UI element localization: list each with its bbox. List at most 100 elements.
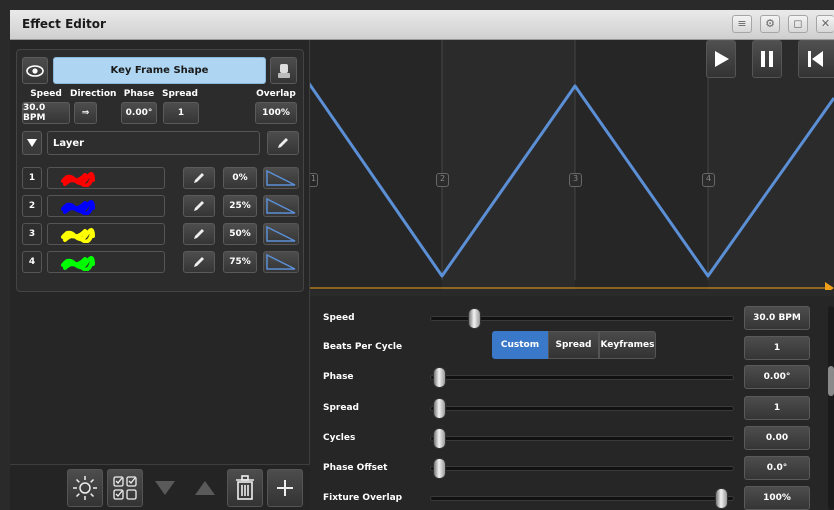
row-number[interactable]: 4	[22, 251, 42, 273]
eye-icon[interactable]	[22, 57, 48, 84]
move-up-button[interactable]	[187, 469, 223, 507]
phase-offset-slider-thumb[interactable]	[433, 458, 446, 479]
row-curve-button[interactable]	[263, 251, 299, 273]
phase-offset-value[interactable]: 0.0°	[744, 456, 810, 480]
curve-icon	[266, 225, 296, 242]
speed-value[interactable]: 30.0 BPM	[744, 306, 810, 330]
row-number[interactable]: 1	[22, 167, 42, 189]
delete-button[interactable]	[227, 469, 263, 507]
speed-label: Speed	[323, 313, 355, 323]
direction-button[interactable]: ⇒	[74, 102, 97, 124]
move-down-button[interactable]	[147, 469, 183, 507]
overlap-label: Overlap	[256, 89, 296, 99]
marker-1[interactable]: 1	[310, 173, 318, 187]
checkbox-grid-icon	[113, 476, 137, 500]
row-phase-button[interactable]: 50%	[223, 223, 257, 245]
edit-row-button[interactable]	[183, 195, 215, 217]
select-all-button[interactable]	[107, 469, 143, 507]
yellow-scribble	[61, 228, 95, 243]
rewind-button[interactable]	[798, 40, 834, 78]
row-curve-button[interactable]	[263, 195, 299, 217]
edit-row-button[interactable]	[183, 223, 215, 245]
arrow-up-icon	[195, 481, 215, 495]
spread-option[interactable]: Spread	[548, 331, 599, 359]
curve-icon	[266, 197, 296, 214]
phase-label: Phase	[123, 89, 155, 99]
add-button[interactable]	[267, 469, 303, 507]
cycles-slider[interactable]	[430, 428, 734, 449]
shape-name-field[interactable]: Key Frame Shape	[53, 57, 266, 84]
custom-option[interactable]: Custom	[492, 331, 548, 359]
beats-per-cycle-value[interactable]: 1	[744, 336, 810, 360]
phase-slider-thumb[interactable]	[433, 367, 446, 388]
phase-value[interactable]: 0.00°	[744, 365, 810, 389]
speed-label: Speed	[30, 89, 62, 99]
pencil-icon	[194, 173, 204, 183]
direction-label: Direction	[70, 89, 117, 99]
cycles-value[interactable]: 0.00	[744, 426, 810, 450]
highlight-button[interactable]	[67, 469, 103, 507]
row-number[interactable]: 2	[22, 195, 42, 217]
blue-scribble	[61, 200, 95, 215]
marker-4[interactable]: 4	[702, 173, 715, 187]
keyframes-option[interactable]: Keyframes	[599, 331, 656, 359]
menu-icon[interactable]: ≡	[732, 15, 752, 33]
speed-slider[interactable]	[430, 308, 734, 329]
row-color-1[interactable]	[47, 167, 165, 189]
left-panel: Key Frame Shape Speed Direction Phase Sp…	[10, 40, 310, 510]
spread-label: Spread	[323, 403, 359, 413]
edit-layer-button[interactable]	[267, 131, 299, 155]
waveform-graph[interactable]: 1 2 3 4	[310, 40, 834, 290]
edit-row-button[interactable]	[183, 251, 215, 273]
restore-icon[interactable]: ◻	[788, 15, 808, 33]
scrollbar[interactable]	[828, 306, 834, 510]
edit-row-button[interactable]	[183, 167, 215, 189]
row-color-4[interactable]	[47, 251, 165, 273]
scrollbar-thumb[interactable]	[828, 366, 834, 396]
row-curve-button[interactable]	[263, 167, 299, 189]
spread-label: Spread	[162, 89, 198, 99]
row-curve-button[interactable]	[263, 223, 299, 245]
marker-3[interactable]: 3	[569, 173, 582, 187]
row-color-2[interactable]	[47, 195, 165, 217]
pencil-icon	[194, 257, 204, 267]
curve-icon	[266, 253, 296, 270]
beats-per-cycle-label: Beats Per Cycle	[323, 342, 403, 352]
pause-button[interactable]	[752, 40, 782, 78]
play-icon	[715, 51, 729, 67]
play-button[interactable]	[706, 40, 736, 78]
speed-button[interactable]: 30.0 BPM	[22, 102, 70, 124]
fixture-overlap-label: Fixture Overlap	[323, 493, 403, 503]
spread-slider[interactable]	[430, 398, 734, 419]
phase-label: Phase	[323, 372, 354, 382]
pencil-icon	[278, 138, 288, 148]
shape-library-icon[interactable]	[270, 57, 297, 84]
speed-slider-thumb[interactable]	[468, 308, 481, 329]
fixture-overlap-slider-thumb[interactable]	[715, 488, 728, 509]
spread-slider-thumb[interactable]	[433, 398, 446, 419]
curve-icon	[266, 169, 296, 186]
gear-icon[interactable]: ⚙	[760, 15, 780, 33]
marker-2[interactable]: 2	[436, 173, 449, 187]
fixture-overlap-value[interactable]: 100%	[744, 486, 810, 510]
row-phase-button[interactable]: 75%	[223, 251, 257, 273]
row-number[interactable]: 3	[22, 223, 42, 245]
phase-offset-slider[interactable]	[430, 458, 734, 479]
spread-button[interactable]: 1	[163, 102, 199, 124]
row-phase-button[interactable]: 25%	[223, 195, 257, 217]
chevron-down-icon	[27, 139, 37, 147]
cycles-label: Cycles	[323, 433, 356, 443]
cycles-slider-thumb[interactable]	[433, 428, 446, 449]
spread-value[interactable]: 1	[744, 396, 810, 420]
row-phase-button[interactable]: 0%	[223, 167, 257, 189]
layer-dropdown-button[interactable]	[22, 131, 42, 155]
overlap-button[interactable]: 100%	[255, 102, 297, 124]
phase-slider[interactable]	[430, 367, 734, 388]
row-color-3[interactable]	[47, 223, 165, 245]
layer-field[interactable]: Layer	[47, 131, 260, 155]
fixture-overlap-slider[interactable]	[430, 488, 734, 509]
phase-button[interactable]: 0.00°	[121, 102, 157, 124]
sun-icon	[73, 476, 97, 500]
close-icon[interactable]: ✕	[816, 15, 834, 33]
bottom-toolbar	[10, 464, 310, 510]
